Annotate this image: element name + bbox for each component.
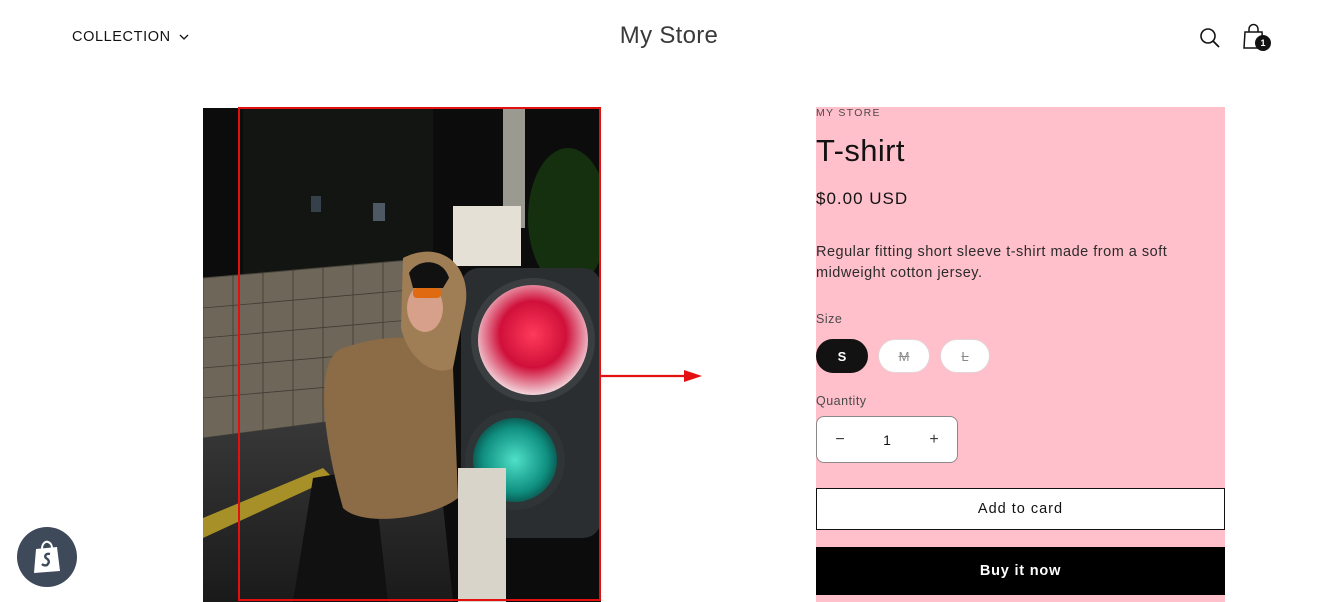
quantity-input[interactable]: 1 (863, 432, 911, 448)
size-label: Size (816, 312, 843, 326)
size-option-l[interactable]: L (940, 339, 990, 373)
search-icon (1200, 28, 1220, 48)
shopify-badge[interactable] (17, 527, 77, 587)
quantity-increase-button[interactable]: + (911, 417, 957, 462)
product-image[interactable] (203, 108, 601, 602)
size-option-m[interactable]: M (878, 339, 930, 373)
add-to-cart-button[interactable]: Add to card (816, 488, 1225, 530)
product-description: Regular fitting short sleeve t-shirt mad… (816, 244, 1168, 281)
product-price: $0.00 USD (816, 189, 909, 208)
annotation-arrow-icon (600, 370, 702, 382)
site-header: COLLECTION My Store 1 (0, 0, 1338, 76)
product-info-panel: MY STORE T-shirt $0.00 USD Regular fitti… (816, 107, 1225, 602)
product-title: T-shirt (816, 133, 905, 168)
buy-now-button[interactable]: Buy it now (816, 547, 1225, 595)
size-option-s[interactable]: S (816, 339, 868, 373)
quantity-stepper: − 1 + (816, 416, 958, 463)
store-name-link[interactable]: My Store (0, 22, 1338, 50)
size-options: S M L (816, 339, 990, 373)
quantity-decrease-button[interactable]: − (817, 417, 863, 462)
quantity-label: Quantity (816, 394, 867, 408)
cart-count-badge: 1 (1255, 35, 1271, 51)
shopping-bag-icon (34, 540, 60, 573)
search-button[interactable] (1198, 26, 1222, 50)
product-vendor: MY STORE (816, 107, 881, 119)
